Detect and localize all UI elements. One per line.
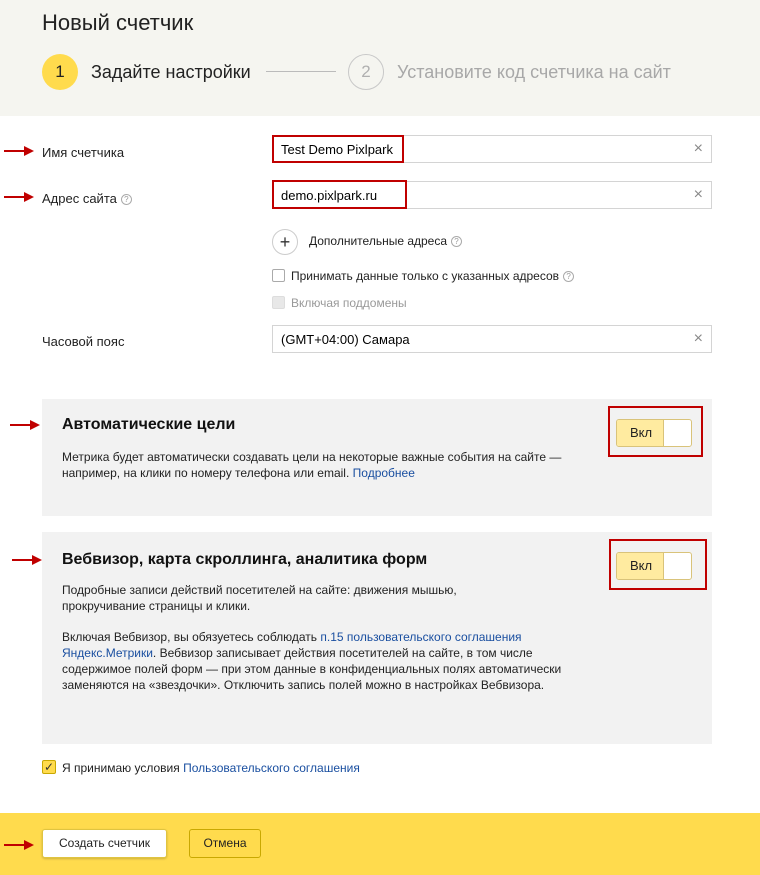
agreement-text: Я принимаю условия [62,761,184,775]
create-counter-button[interactable]: Создать счетчик [42,829,167,858]
page-title: Новый счетчик [42,10,194,35]
timezone-input[interactable] [273,326,673,352]
webvisor-description: Подробные записи действий посетителей на… [62,583,457,613]
additional-addresses-link[interactable]: Дополнительные адреса? [309,234,463,248]
clear-icon[interactable]: × [694,330,703,348]
step-1-indicator: 1 [42,54,78,90]
step-2-indicator[interactable]: 2 [348,54,384,90]
auto-goals-title: Автоматические цели [62,416,236,433]
annotation-arrow-icon [4,145,34,157]
help-icon[interactable]: ? [451,236,463,248]
accept-only-label-text[interactable]: Принимать данные только с указанных адре… [291,269,559,283]
annotation-highlight [609,539,707,590]
site-address-label: Адрес сайта? [42,191,132,206]
annotation-highlight [272,135,404,163]
user-agreement-link[interactable]: Пользовательского соглашения [183,761,360,775]
agreement-label: Я принимаю условия Пользовательского сог… [62,761,360,775]
agreement-checkbox[interactable]: ✓ [42,760,56,774]
counter-name-label: Имя счетчика [42,145,125,160]
webvisor-title: Вебвизор, карта скроллинга, аналитика фо… [62,551,428,568]
timezone-field[interactable]: × [272,325,712,353]
webvisor-terms-text-before: Включая Вебвизор, вы обязуетесь соблюдат… [62,630,321,644]
add-address-button[interactable]: + [272,229,298,255]
step-connector [266,71,336,72]
auto-goals-text: Метрика будет автоматически создавать це… [62,450,562,480]
annotation-arrow-icon [12,554,42,566]
additional-addresses-label[interactable]: Дополнительные адреса [309,234,447,248]
include-subdomains-label: Включая поддомены [291,296,407,310]
help-icon[interactable]: ? [120,194,132,206]
timezone-label: Часовой пояс [42,334,125,349]
annotation-highlight [272,180,407,209]
step-2-label[interactable]: Установите код счетчика на сайт [397,62,671,83]
annotation-highlight [608,406,703,457]
page-header: Новый счетчик 1 Задайте настройки 2 Уста… [0,0,760,116]
annotation-arrow-icon [4,191,34,203]
clear-icon[interactable]: × [694,186,703,204]
accept-only-checkbox[interactable] [272,269,285,282]
step-1-label: Задайте настройки [91,62,251,82]
learn-more-link[interactable]: Подробнее [353,466,415,480]
clear-icon[interactable]: × [694,140,703,158]
site-address-label-text: Адрес сайта [42,191,117,206]
accept-only-label[interactable]: Принимать данные только с указанных адре… [291,269,575,283]
annotation-arrow-icon [4,839,34,851]
help-icon[interactable]: ? [563,271,575,283]
include-subdomains-checkbox[interactable] [272,296,285,309]
webvisor-terms: Включая Вебвизор, вы обязуетесь соблюдат… [62,629,572,693]
cancel-button[interactable]: Отмена [189,829,261,858]
auto-goals-description: Метрика будет автоматически создавать це… [62,449,572,481]
annotation-arrow-icon [10,419,40,431]
